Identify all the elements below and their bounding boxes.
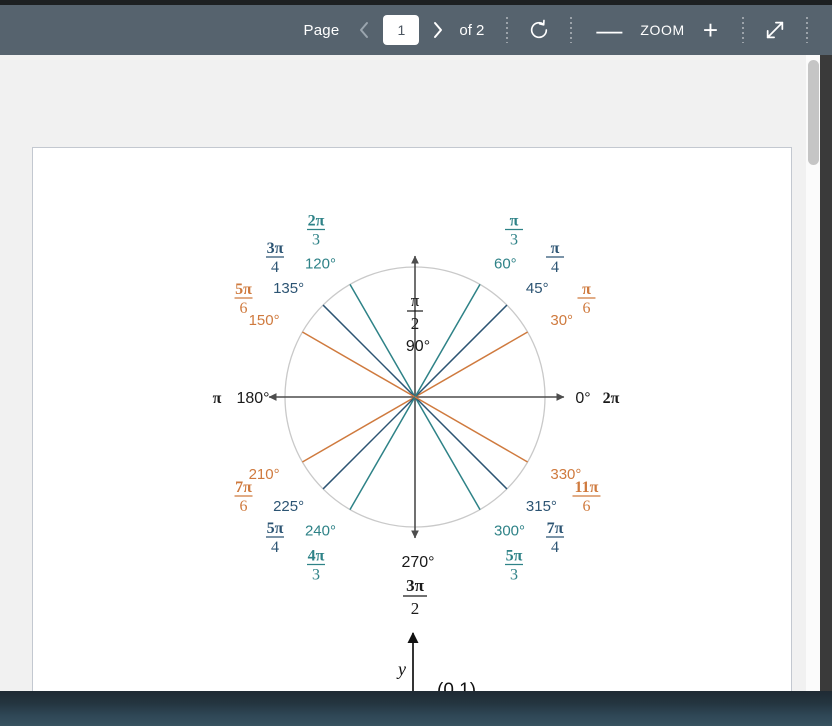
degree-label-315: 315° bbox=[526, 498, 557, 515]
radian-numerator: 7π bbox=[547, 520, 564, 537]
page-label: Page bbox=[303, 21, 340, 39]
radian-label-240: 4π3 bbox=[307, 547, 325, 583]
radian-denominator: 4 bbox=[271, 539, 279, 556]
radian-denominator: 4 bbox=[551, 259, 559, 276]
rotate-icon bbox=[528, 19, 550, 41]
degree-label-135: 135° bbox=[273, 280, 304, 297]
prev-page-button[interactable] bbox=[349, 13, 379, 47]
vertical-scrollbar-thumb[interactable] bbox=[808, 60, 819, 165]
figure-container: π 2 90° π 180° 0° 2π 270° 3π 2 30° π 6 4… bbox=[33, 148, 793, 691]
fullscreen-button[interactable] bbox=[758, 13, 792, 47]
page-count-label: of 2 bbox=[459, 21, 485, 39]
radian-denominator: 3 bbox=[510, 232, 518, 249]
radian-denominator: 4 bbox=[551, 539, 559, 556]
radian-numerator: 5π bbox=[506, 547, 523, 564]
page-number-input[interactable] bbox=[383, 15, 420, 45]
degree-label-150: 150° bbox=[249, 312, 280, 329]
next-page-button[interactable] bbox=[423, 13, 453, 47]
axis-label-270-radian-num: 3π bbox=[406, 576, 425, 595]
radian-label-315: 7π4 bbox=[546, 520, 565, 556]
axis-label-180-degree: 180° bbox=[236, 390, 269, 407]
app-root: Page of 2 bbox=[0, 0, 832, 726]
radian-denominator: 6 bbox=[582, 300, 590, 317]
degree-label-45: 45° bbox=[526, 280, 549, 297]
radian-numerator: 4π bbox=[308, 547, 325, 564]
pdf-page-1: π 2 90° π 180° 0° 2π 270° 3π 2 30° π 6 4… bbox=[32, 147, 792, 691]
radian-label-135: 3π4 bbox=[265, 240, 284, 276]
axis-label-90-radian-den: 2 bbox=[411, 314, 420, 333]
radian-denominator: 6 bbox=[582, 498, 590, 515]
radian-label-300: 5π3 bbox=[505, 547, 523, 583]
axis-label-0-radian: 2π bbox=[603, 390, 620, 407]
degree-label-240: 240° bbox=[305, 522, 336, 539]
radian-label-210: 7π6 bbox=[234, 479, 253, 515]
pdf-viewer-toolbar: Page of 2 bbox=[0, 5, 832, 55]
radian-denominator: 3 bbox=[312, 566, 320, 583]
toolbar-divider-1 bbox=[506, 17, 509, 43]
figure2-y-axis-label: y bbox=[396, 659, 406, 679]
radian-numerator: 2π bbox=[308, 213, 325, 230]
document-viewport[interactable]: π 2 90° π 180° 0° 2π 270° 3π 2 30° π 6 4… bbox=[0, 55, 820, 691]
figure2-group: y (0,1) π ( -1 2 , √3 bbox=[396, 632, 476, 691]
radian-denominator: 3 bbox=[510, 566, 518, 583]
radian-numerator: π bbox=[582, 281, 591, 298]
axis-label-0-degree: 0° bbox=[575, 390, 590, 407]
radian-denominator: 6 bbox=[240, 300, 248, 317]
right-gutter bbox=[820, 55, 832, 726]
radian-numerator: π bbox=[551, 240, 560, 257]
radian-label-60: π3 bbox=[505, 213, 523, 249]
radian-label-225: 5π4 bbox=[265, 520, 284, 556]
radian-numerator: 5π bbox=[235, 281, 252, 298]
unit-circle-svg: π 2 90° π 180° 0° 2π 270° 3π 2 30°π645°π… bbox=[213, 213, 620, 691]
degree-label-225: 225° bbox=[273, 498, 304, 515]
degree-label-30: 30° bbox=[550, 312, 573, 329]
page-navigation-group: Page of 2 bbox=[294, 13, 493, 47]
figure2-top-point-label: (0,1) bbox=[437, 680, 476, 691]
radian-label-45: π4 bbox=[546, 240, 565, 276]
radian-numerator: π bbox=[510, 213, 519, 230]
radian-denominator: 4 bbox=[271, 259, 279, 276]
radian-label-30: π6 bbox=[577, 281, 596, 317]
axis-label-270-degree: 270° bbox=[401, 554, 434, 571]
zoom-label: ZOOM bbox=[640, 22, 685, 38]
zoom-group: — ZOOM + bbox=[586, 17, 728, 43]
axis-labels: π 2 90° π 180° 0° 2π 270° 3π 2 bbox=[213, 291, 620, 618]
radian-numerator: 7π bbox=[235, 479, 252, 496]
radian-denominator: 6 bbox=[240, 498, 248, 515]
degree-label-60: 60° bbox=[494, 256, 517, 273]
radian-denominator: 3 bbox=[312, 232, 320, 249]
radian-numerator: 11π bbox=[575, 479, 599, 496]
expand-diagonal-icon bbox=[764, 19, 786, 41]
radian-label-120: 2π3 bbox=[307, 213, 325, 249]
axis-label-90-degree: 90° bbox=[406, 338, 430, 355]
radian-numerator: 3π bbox=[267, 240, 284, 257]
degree-label-210: 210° bbox=[249, 466, 280, 483]
degree-label-120: 120° bbox=[305, 256, 336, 273]
rotate-button[interactable] bbox=[522, 13, 556, 47]
radian-numerator: 5π bbox=[267, 520, 284, 537]
zoom-out-button[interactable]: — bbox=[586, 17, 632, 43]
degree-label-300: 300° bbox=[494, 522, 525, 539]
radian-label-330: 11π6 bbox=[572, 479, 601, 515]
axis-label-90-radian-num: π bbox=[411, 291, 420, 310]
toolbar-divider-2 bbox=[570, 17, 573, 43]
axis-label-270-radian-den: 2 bbox=[411, 599, 420, 618]
axis-label-180-radian: π bbox=[213, 390, 222, 407]
desktop-background-strip bbox=[0, 691, 832, 726]
toolbar-divider-4 bbox=[806, 17, 808, 43]
toolbar-divider-3 bbox=[742, 17, 744, 43]
zoom-in-button[interactable]: + bbox=[693, 17, 728, 43]
